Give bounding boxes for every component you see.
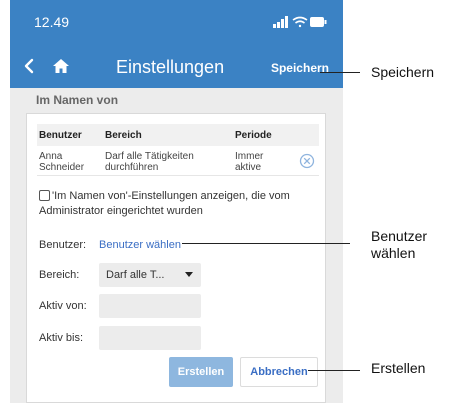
admin-settings-checkbox[interactable] <box>39 190 50 201</box>
active-from-label: Aktiv von: <box>39 300 87 312</box>
callout-line-create <box>308 370 360 371</box>
table-row: Anna Schneider Darf alle Tätigkeiten dur… <box>37 146 319 176</box>
page-title: Einstellungen <box>116 57 225 77</box>
delegation-table: Benutzer Bereich Periode Anna Schneider … <box>37 124 319 176</box>
callout-create: Erstellen <box>371 360 426 376</box>
section-title: Im Namen von <box>36 93 119 107</box>
status-time: 12.49 <box>34 14 70 30</box>
checkbox-label: 'Im Namen von'-Einstellungen anzeigen, d… <box>39 190 290 217</box>
create-button[interactable]: Erstellen <box>169 357 233 387</box>
delegation-card: Benutzer Bereich Periode Anna Schneider … <box>26 113 326 403</box>
active-from-input[interactable] <box>99 294 201 318</box>
cancel-button[interactable]: Abbrechen <box>240 357 318 387</box>
phone-screen: 12.49 Einstellungen Speichern Im Namen v… <box>10 0 343 403</box>
callout-select-user: Benutzer wählen <box>371 228 428 261</box>
column-header-user: Benutzer <box>39 130 82 141</box>
callout-line-save <box>320 72 360 73</box>
active-to-label: Aktiv bis: <box>39 332 84 344</box>
admin-settings-checkbox-row: 'Im Namen von'-Einstellungen anzeigen, d… <box>39 189 321 219</box>
select-user-link[interactable]: Benutzer wählen <box>99 239 181 251</box>
callout-save: Speichern <box>371 64 435 80</box>
nav-bar: Einstellungen Speichern <box>10 44 343 88</box>
dropdown-arrow-icon <box>185 272 193 277</box>
cell-user: Anna Schneider <box>39 151 85 173</box>
home-icon[interactable] <box>52 58 70 74</box>
remove-circle-icon[interactable] <box>299 153 315 169</box>
signal-icon <box>273 16 288 28</box>
wifi-icon <box>292 16 308 28</box>
status-icons <box>273 16 327 28</box>
back-arrow-icon[interactable] <box>22 58 38 74</box>
table-header: Benutzer Bereich Periode <box>37 124 319 146</box>
cell-scope: Darf alle Tätigkeiten durchführen <box>105 151 194 173</box>
scope-label: Bereich: <box>39 269 80 281</box>
column-header-scope: Bereich <box>105 130 142 141</box>
scope-select[interactable]: Darf alle T... <box>99 263 201 287</box>
scope-select-value: Darf alle T... <box>106 269 165 281</box>
column-header-period: Periode <box>235 130 272 141</box>
battery-icon <box>310 17 327 27</box>
active-to-input[interactable] <box>99 326 201 350</box>
user-label: Benutzer: <box>39 239 87 251</box>
cell-period: Immer aktive <box>235 151 264 173</box>
status-bar: 12.49 <box>10 0 343 44</box>
callout-line-select-user <box>182 243 350 244</box>
